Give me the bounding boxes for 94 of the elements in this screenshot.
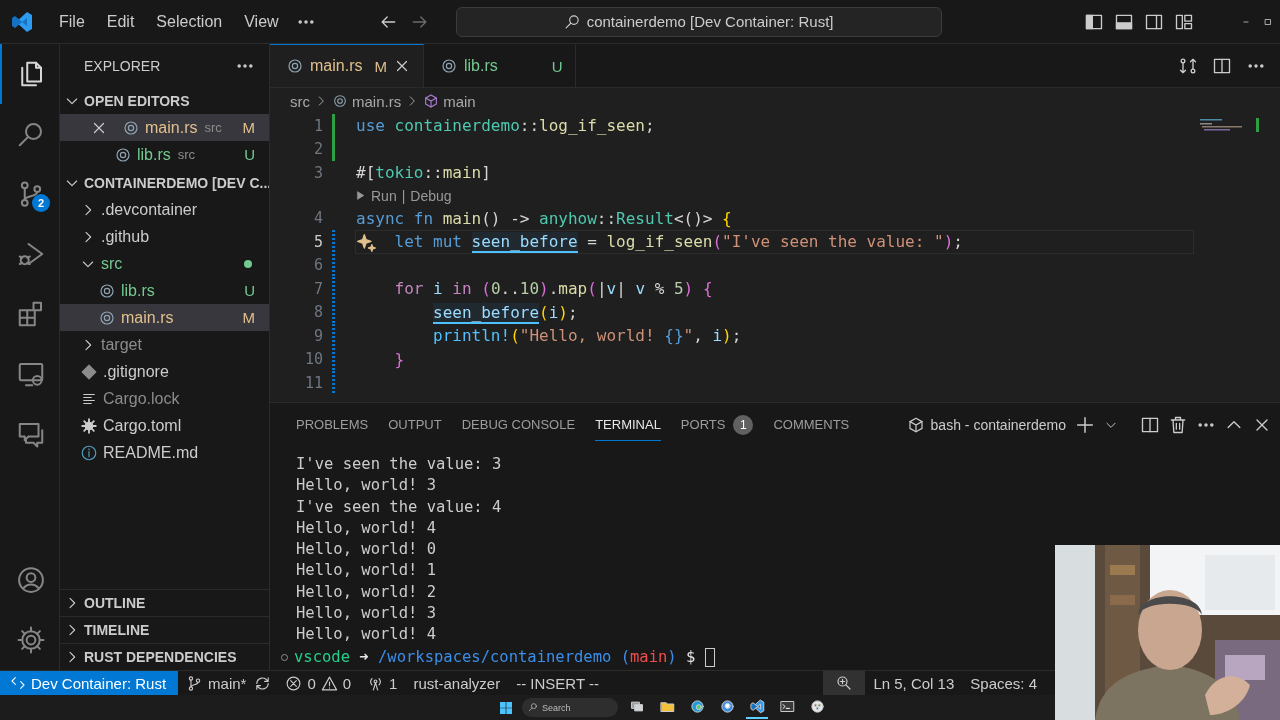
terminal-line: Hello, world! 3	[296, 475, 437, 497]
terminal-line: I've seen the value: 3	[296, 454, 503, 475]
section-header[interactable]: OPEN EDITORS	[60, 88, 269, 114]
git-status: U	[244, 146, 255, 163]
code-line: #[tokio::main]	[356, 163, 491, 183]
codelens-link[interactable]: Debug	[410, 187, 452, 204]
cursor-position[interactable]: Ln 5, Col 13	[865, 671, 963, 695]
menu-item[interactable]: View	[233, 8, 290, 35]
file-name: lib.rs	[137, 145, 171, 164]
tree-item[interactable]: .gitignore	[60, 358, 269, 385]
panel-tab[interactable]: OUTPUT	[388, 409, 442, 441]
file-name: .github	[101, 227, 150, 246]
open-editor-item[interactable]: main.rs src M	[60, 114, 269, 141]
terminal-line: Hello, world! 2	[296, 581, 437, 603]
file-name: main.rs	[145, 118, 198, 137]
branch-indicator[interactable]: main*	[178, 671, 255, 695]
file-name: README.md	[103, 443, 199, 462]
code-line: let mut seen_before = log_if_seen("I've seen the value: ");	[394, 232, 963, 252]
sidebar-title: EXPLORER	[84, 58, 161, 74]
tree-item[interactable]: Cargo.lock	[60, 385, 269, 412]
file-name: Cargo.lock	[103, 389, 180, 408]
line-number: 9	[312, 326, 323, 345]
terminal-selector[interactable]: bash - containerdemo	[906, 416, 1066, 434]
git-status: M	[242, 309, 255, 326]
language-server-status[interactable]: rust-analyzer	[405, 671, 509, 695]
count-badge: 2	[32, 194, 50, 212]
code-line: async fn main() -> anyhow::Result<()> {	[356, 208, 732, 228]
section-header[interactable]: TIMELINE	[60, 616, 269, 643]
terminal-line: Hello, world! 4	[296, 517, 437, 539]
breadcrumb[interactable]: src	[290, 92, 310, 110]
panel-tab[interactable]: COMMENTS	[773, 409, 850, 441]
folder-label: src	[177, 147, 196, 162]
separator: |	[401, 187, 406, 204]
search-field[interactable]: Search	[522, 698, 618, 717]
terminal-line: Hello, world! 4	[296, 624, 437, 646]
ports-indicator[interactable]: 1	[359, 671, 406, 695]
problems-indicator[interactable]: 0 0	[277, 671, 360, 695]
terminal-line: I've seen the value: 4	[296, 496, 503, 518]
menu-item[interactable]: Edit	[95, 8, 146, 35]
code-line: }	[394, 349, 405, 369]
file-name: src	[101, 254, 123, 273]
tree-item[interactable]: README.md	[60, 439, 269, 466]
command-center[interactable]: containerdemo [Dev Container: Rust]	[455, 6, 942, 37]
file-name: lib.rs	[121, 281, 155, 300]
git-status: U	[244, 282, 255, 299]
indentation-setting[interactable]: Spaces: 4	[962, 671, 1045, 695]
panel-tab[interactable]: DEBUG CONSOLE	[461, 409, 576, 441]
tree-item[interactable]: .github	[60, 223, 269, 250]
file-name: main.rs	[121, 308, 174, 327]
terminal-line: Hello, world! 0	[296, 539, 437, 561]
file-name: target	[101, 335, 142, 354]
section-header[interactable]: OUTLINE	[60, 589, 269, 616]
tree-item[interactable]: Cargo.toml	[60, 412, 269, 439]
line-number: 10	[303, 350, 323, 369]
tree-item[interactable]: src	[60, 250, 269, 277]
file-name: .devcontainer	[101, 200, 198, 219]
file-name: Cargo.toml	[103, 416, 182, 435]
line-number: 7	[312, 279, 323, 298]
open-editor-item[interactable]: lib.rs src U	[60, 141, 269, 168]
line-number: 4	[312, 209, 323, 228]
line-number: 3	[312, 163, 323, 182]
line-number: 11	[303, 373, 323, 392]
tree-item[interactable]: .devcontainer	[60, 196, 269, 223]
panel-tab[interactable]: PORTS 1	[680, 409, 754, 441]
folder-label: src	[204, 120, 222, 135]
file-name: .gitignore	[103, 362, 169, 381]
count-badge: 1	[733, 414, 754, 435]
tree-item[interactable]: lib.rs U	[60, 277, 269, 304]
activity-bar-item[interactable]: 2	[0, 164, 59, 224]
editor-mode: -- INSERT --	[515, 673, 600, 694]
terminal-line: Hello, world! 3	[296, 603, 437, 625]
breadcrumb[interactable]: main	[423, 92, 476, 110]
menu-item[interactable]: File	[48, 8, 96, 35]
git-status: M	[242, 119, 255, 136]
panel-tab[interactable]: PROBLEMS	[296, 409, 369, 441]
editor-tab[interactable]: lib.rs U	[423, 44, 576, 87]
remote-indicator[interactable]: Dev Container: Rust	[0, 671, 179, 695]
tree-item[interactable]: main.rs M	[60, 304, 269, 331]
codelens-link[interactable]: Run	[371, 187, 397, 204]
code-line: use containerdemo::log_if_seen;	[356, 116, 655, 136]
code-line: println!("Hello, world! {}", i);	[433, 326, 742, 346]
menu-item[interactable]: Selection	[145, 8, 234, 35]
panel-tab[interactable]: TERMINAL	[595, 409, 661, 441]
line-number: 2	[312, 140, 323, 159]
editor-tab[interactable]: main.rs M	[270, 44, 424, 87]
line-number: 1	[312, 116, 323, 135]
terminal-line: Hello, world! 1	[296, 560, 437, 582]
line-number: 8	[312, 303, 323, 322]
line-number: 5	[312, 232, 323, 251]
line-number: 6	[312, 256, 323, 275]
code-line: for i in (0..10).map(|v| v % 5) {	[394, 279, 713, 299]
terminal-prompt: vscode ➜ /workspaces/containerdemo (main) $	[294, 646, 697, 668]
tree-item[interactable]: target	[60, 331, 269, 358]
breadcrumb[interactable]: main.rs	[332, 92, 402, 110]
